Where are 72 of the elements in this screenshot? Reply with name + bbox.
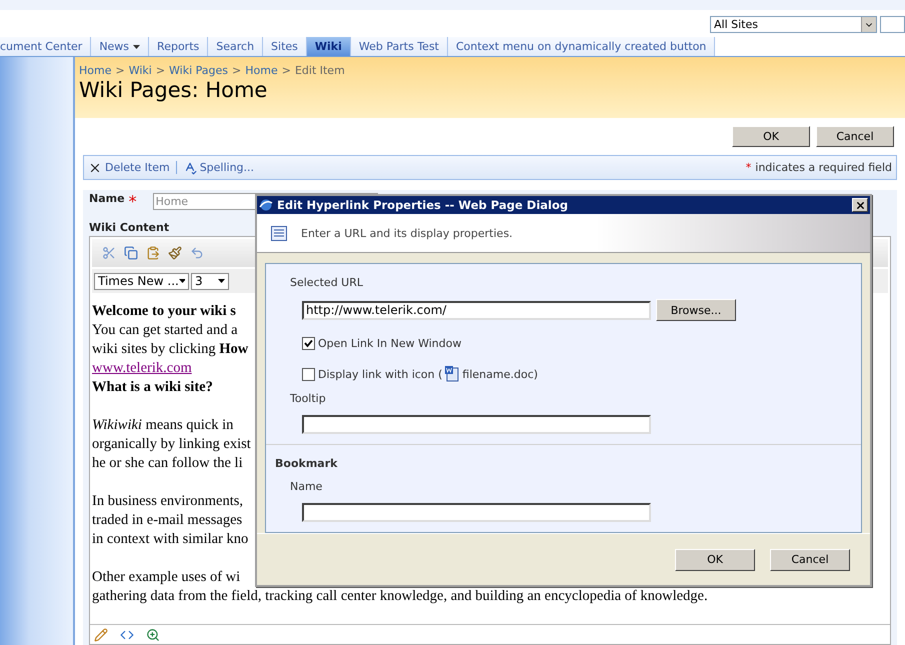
- text-line: organically by linking exist: [92, 435, 251, 454]
- required-mark: *: [128, 192, 137, 211]
- checkbox[interactable]: [302, 368, 315, 380]
- nav-tab[interactable]: Sites: [263, 37, 307, 56]
- breadcrumb-separator: >: [282, 64, 291, 77]
- nav-tab[interactable]: Reports: [149, 37, 208, 56]
- file-name: filename.doc): [462, 368, 538, 380]
- caret-icon: [178, 279, 185, 283]
- dialog-instructions: Enter a URL and its display properties.: [301, 226, 513, 240]
- browse-button[interactable]: Browse...: [656, 299, 736, 321]
- text-line: Other example uses of wi: [92, 568, 240, 587]
- document-icon: [445, 366, 460, 382]
- caret-icon: [218, 279, 225, 283]
- breadcrumb-item[interactable]: Wiki: [128, 64, 152, 77]
- zoom-icon[interactable]: [146, 628, 160, 642]
- paste-icon[interactable]: [146, 246, 160, 260]
- name-label: Name: [89, 192, 125, 205]
- nav-tab[interactable]: Web Parts Test: [350, 37, 448, 56]
- breadcrumb-separator: >: [115, 64, 125, 77]
- text-line: gathering data from the field, tracking call center knowledge, and building an encyclopedia of knowledge.: [92, 587, 708, 606]
- close-icon: [854, 200, 866, 210]
- breadcrumb-item[interactable]: Home: [245, 64, 278, 77]
- required-note: * indicates a required field: [746, 161, 892, 174]
- bookmark-heading: Bookmark: [275, 457, 338, 470]
- bookmark-name-label: Name: [289, 480, 324, 493]
- page-title: Wiki Pages: Home: [79, 78, 268, 102]
- checkbox[interactable]: [302, 337, 315, 350]
- breadcrumb-separator: >: [232, 64, 242, 77]
- copy-icon[interactable]: [124, 246, 138, 260]
- nav-tab[interactable]: News: [91, 37, 150, 56]
- text-line: You can get started and a: [92, 321, 238, 340]
- close-button[interactable]: [852, 198, 868, 212]
- scope-select[interactable]: All Sites: [710, 16, 877, 33]
- text-line: in context with similar kno: [92, 530, 248, 549]
- bookmark-name-field[interactable]: [302, 503, 651, 522]
- text-line: traded in e-mail messages: [92, 511, 242, 530]
- checkbox-label: Open Link In New Window: [318, 337, 462, 350]
- nav-tab[interactable]: Context menu on dynamically created button: [448, 37, 716, 56]
- nav-tab[interactable]: Wiki: [306, 37, 351, 56]
- text-line: he or she can follow the li: [92, 454, 243, 473]
- tooltip-field[interactable]: [302, 415, 651, 434]
- spelling-link[interactable]: Spelling...: [182, 160, 254, 174]
- search-field[interactable]: [880, 16, 905, 33]
- nav-tab[interactable]: Search: [208, 37, 264, 56]
- text-line: In business environments,: [92, 492, 244, 511]
- text-line: wiki sites by clicking How: [92, 340, 248, 359]
- ok-button[interactable]: OK: [732, 126, 810, 147]
- dialog-title-bar: Edit Hyperlink Properties -- Web Page Dialog: [257, 196, 870, 214]
- font-select[interactable]: Times New ...: [94, 272, 189, 290]
- cancel-button[interactable]: Cancel: [770, 548, 850, 570]
- list-icon: [271, 226, 287, 240]
- breadcrumb-item: Edit Item: [294, 64, 345, 77]
- wiki-content-label: Wiki Content: [89, 221, 170, 234]
- pencil-icon[interactable]: [94, 628, 108, 642]
- link[interactable]: www.telerik.com: [92, 359, 192, 378]
- brush-icon[interactable]: [168, 246, 182, 260]
- globe-icon: [259, 198, 273, 212]
- url-field[interactable]: http://www.telerik.com/: [302, 300, 651, 320]
- url-label: Selected URL: [290, 276, 364, 289]
- breadcrumb-item[interactable]: Wiki Pages: [169, 64, 228, 77]
- size-select[interactable]: 3: [191, 272, 229, 290]
- breadcrumb-separator: >: [156, 64, 166, 77]
- cancel-button[interactable]: Cancel: [816, 126, 894, 147]
- nav-tab[interactable]: cument Center: [0, 37, 92, 56]
- text-line: Wikiwiki means quick in: [92, 416, 234, 435]
- checkbox-label: Display link with icon (: [318, 368, 442, 380]
- delete-item-link[interactable]: Delete Item: [88, 160, 170, 174]
- tooltip-label: Tooltip: [290, 392, 327, 405]
- heading: Welcome to your wiki s: [92, 302, 236, 321]
- breadcrumb-item[interactable]: Home: [79, 64, 112, 77]
- ok-button[interactable]: OK: [675, 548, 755, 570]
- heading: What is a wiki site?: [92, 378, 213, 397]
